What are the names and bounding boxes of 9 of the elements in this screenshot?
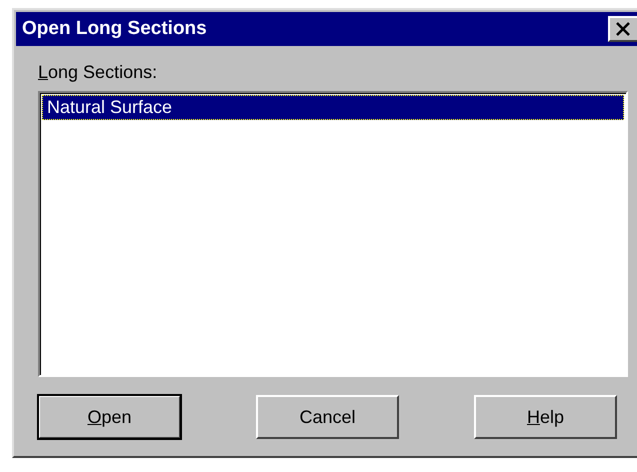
dialog-button[interactable]: Cancel	[256, 395, 399, 439]
close-button[interactable]	[608, 16, 637, 42]
window-title: Open Long Sections	[22, 18, 208, 40]
list-box[interactable]: Natural Surface	[38, 91, 628, 377]
dialog-button[interactable]: Open	[38, 395, 181, 439]
dialog-button[interactable]: Help	[474, 395, 617, 439]
list-item[interactable]: Natural Surface	[42, 95, 624, 120]
close-icon	[615, 22, 631, 36]
list-label: Long Sections:	[38, 62, 158, 84]
